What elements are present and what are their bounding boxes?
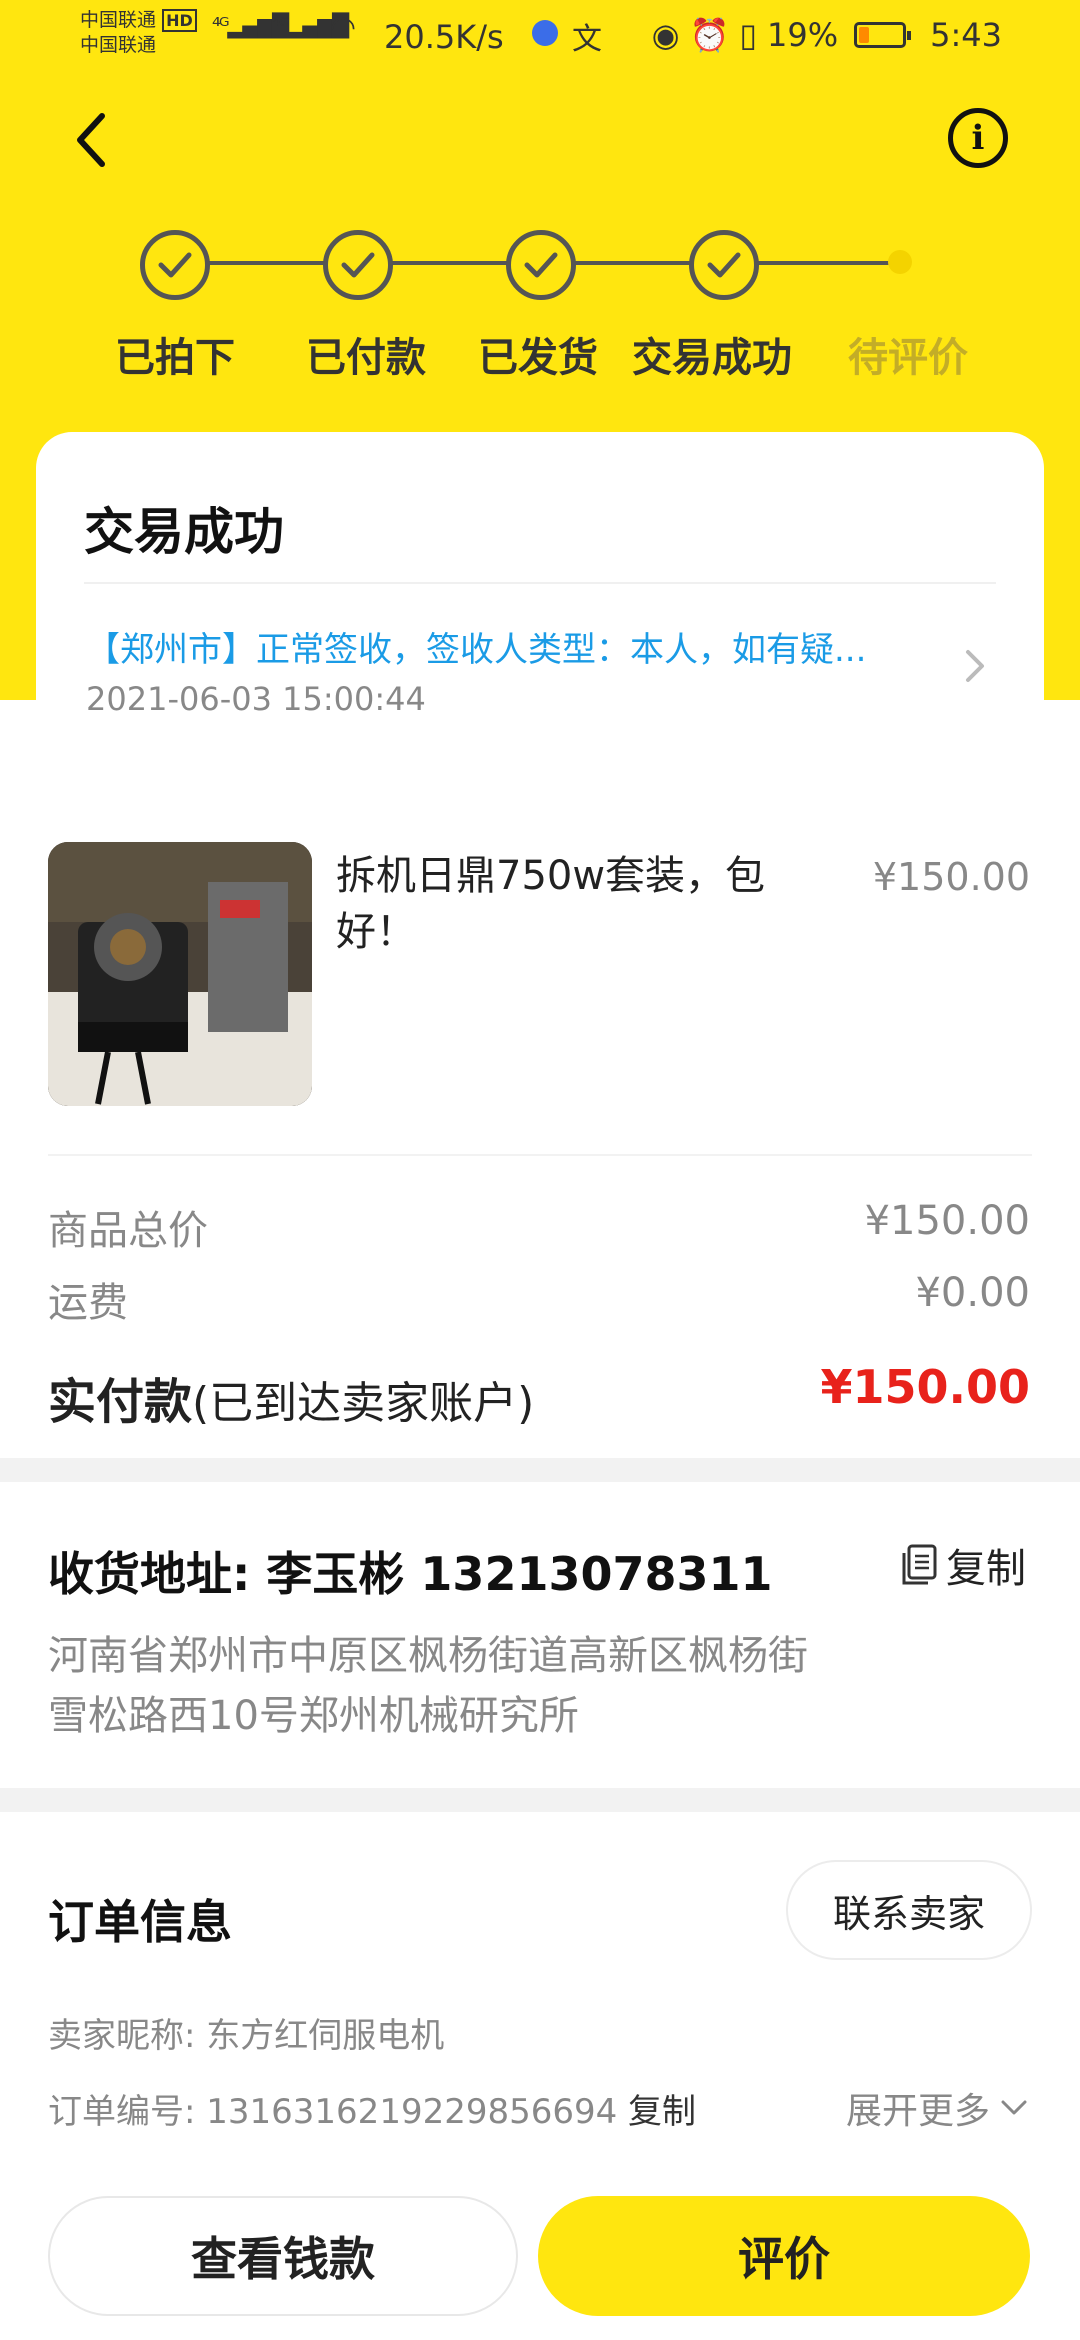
copy-address-button[interactable]: 复制 xyxy=(900,1536,1026,1594)
translate-icon: 文 xyxy=(572,22,602,57)
vibrate-icon: ▯ xyxy=(739,16,758,54)
address-line-2: 雪松路西10号郑州机械研究所 xyxy=(48,1693,579,1739)
step-label-to-rate: 待评价 xyxy=(848,335,968,381)
status-title: 交易成功 xyxy=(84,503,284,561)
product-price: ¥150.00 xyxy=(872,855,1030,899)
order-progress: 已拍下 已付款 已发货 交易成功 待评价 xyxy=(0,225,1080,385)
address-title: 收货地址: 李玉彬 13213078311 xyxy=(48,1547,773,1601)
step-label-paid: 已付款 xyxy=(306,335,426,381)
section-divider xyxy=(0,1458,1080,1482)
paid-label-note: (已到达卖家账户) xyxy=(192,1378,535,1429)
product-image[interactable] xyxy=(48,842,312,1106)
step-pending-dot xyxy=(888,250,912,274)
status-card: 交易成功 【郑州市】正常签收，签收人类型：本人，如有疑... 2021-06-0… xyxy=(36,432,1044,772)
copy-order-number-button[interactable]: 复制 xyxy=(628,2084,696,2133)
alarm-icon: ⏰ xyxy=(689,16,730,54)
status-right: ◉ ⏰ ▯ 19% 5:43 xyxy=(652,16,1002,54)
expand-more-label: 展开更多 xyxy=(845,2091,990,2132)
carrier-1: 中国联通 xyxy=(80,9,157,31)
chevron-left-icon xyxy=(77,113,105,167)
step-check-icon xyxy=(689,230,759,300)
section-divider xyxy=(0,1788,1080,1812)
divider xyxy=(48,1154,1032,1156)
clock: 5:43 xyxy=(930,16,1002,54)
back-button[interactable] xyxy=(62,100,122,180)
goods-total-label: 商品总价 xyxy=(48,1208,208,1254)
address-text: 河南省郑州市中原区枫杨街道高新区枫杨街 雪松路西10号郑州机械研究所 xyxy=(48,1626,908,1746)
step-label-shipped: 已发货 xyxy=(478,335,598,381)
step-label-success: 交易成功 xyxy=(632,335,792,381)
seller-nickname: 卖家昵称: 东方红伺服电机 xyxy=(48,2016,445,2056)
address-line-1: 河南省郑州市中原区枫杨街道高新区枫杨街 xyxy=(48,1633,808,1679)
shipping-value: ¥0.00 xyxy=(915,1270,1030,1316)
step-check-icon xyxy=(323,230,393,300)
step-check-icon xyxy=(506,230,576,300)
goods-total-value: ¥150.00 xyxy=(864,1198,1030,1244)
product-title[interactable]: 拆机日鼎750w套装，包好！ xyxy=(336,848,796,960)
info-button[interactable]: i xyxy=(948,108,1008,168)
divider xyxy=(84,582,996,584)
chevron-down-icon xyxy=(1001,2100,1027,2115)
paid-label: 实付款(已到达卖家账户) xyxy=(48,1362,534,1432)
paid-value: ¥150.00 xyxy=(820,1360,1030,1414)
rate-button[interactable]: 评价 xyxy=(538,2196,1030,2316)
hd-badge: HD xyxy=(162,9,197,32)
order-number: 订单编号: 1316316219229856694 xyxy=(48,2092,618,2132)
expand-more-button[interactable]: 展开更多 xyxy=(846,2082,1028,2134)
battery-percent: 19% xyxy=(767,16,839,54)
chevron-right-icon[interactable] xyxy=(960,646,990,686)
status-bar: 中国联通 HD 中国联通 ⁴ᴳ▂▄▆█ ⁴ᴳ▂▄▆█ ◠ 20.5K/s 文 ◉… xyxy=(0,0,1080,70)
step-label-placed: 已拍下 xyxy=(115,335,235,381)
wifi-icon: ◠ xyxy=(330,10,357,45)
paid-label-bold: 实付款 xyxy=(48,1374,193,1430)
battery-icon xyxy=(854,22,912,48)
step-check-icon xyxy=(140,230,210,300)
music-app-icon xyxy=(532,20,558,46)
copy-address-label: 复制 xyxy=(946,1546,1026,1592)
net-speed: 20.5K/s xyxy=(384,18,504,56)
order-info-title: 订单信息 xyxy=(48,1895,232,1949)
carrier-2: 中国联通 xyxy=(80,34,157,56)
eye-icon: ◉ xyxy=(651,16,680,54)
view-money-button[interactable]: 查看钱款 xyxy=(48,2196,518,2316)
logistics-link[interactable]: 【郑州市】正常签收，签收人类型：本人，如有疑... xyxy=(86,622,956,671)
contact-seller-button[interactable]: 联系卖家 xyxy=(786,1860,1032,1960)
shipping-label: 运费 xyxy=(48,1280,128,1326)
carrier-info: 中国联通 HD 中国联通 xyxy=(80,8,197,58)
copy-icon xyxy=(902,1544,937,1585)
logistics-time: 2021-06-03 15:00:44 xyxy=(86,680,426,718)
info-icon: i xyxy=(971,118,985,158)
